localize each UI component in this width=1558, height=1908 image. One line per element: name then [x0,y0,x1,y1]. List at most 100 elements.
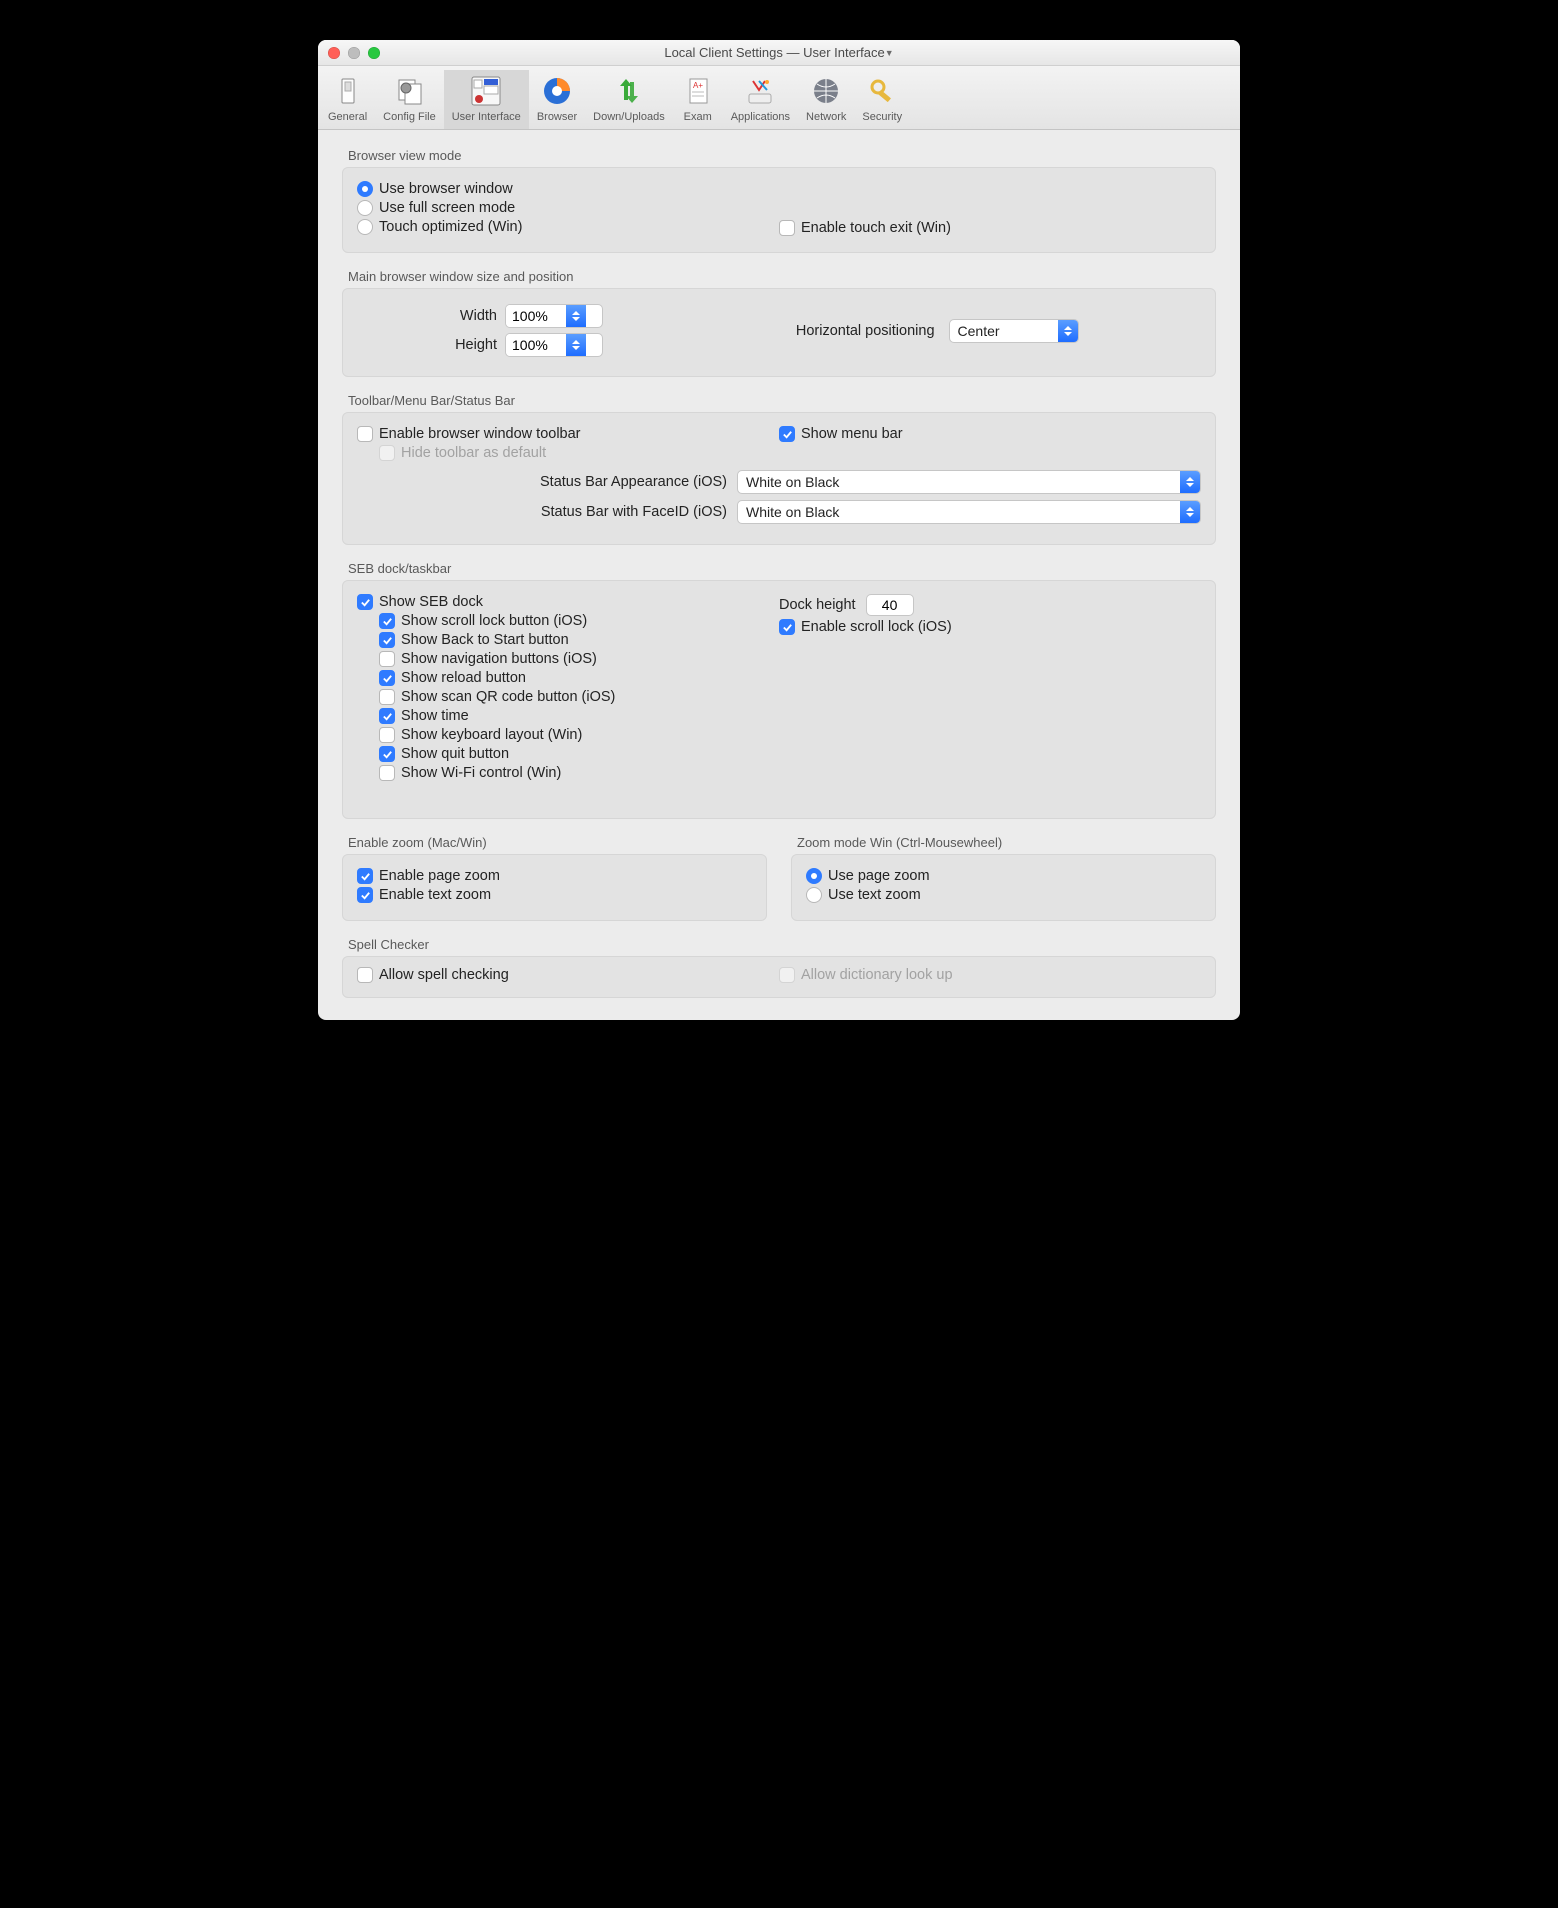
tab-down-uploads[interactable]: Down/Uploads [585,70,673,129]
dock-height-label: Dock height [779,597,856,613]
group-enable-zoom: Enable page zoom Enable text zoom [342,854,767,921]
settings-window: Local Client Settings — User Interface▼ … [318,40,1240,1020]
combo-width[interactable] [505,304,603,328]
section-label-enable-zoom: Enable zoom (Mac/Win) [348,835,767,850]
check-enable-page-zoom[interactable] [357,868,373,884]
combo-height[interactable] [505,333,603,357]
stepper-icon[interactable] [566,334,586,356]
check-show-menu[interactable] [779,426,795,442]
tab-network[interactable]: Network [798,70,854,129]
radio-touch-optimized[interactable] [357,219,373,235]
radio-label: Use full screen mode [379,200,515,216]
updown-icon [612,74,646,108]
tab-security[interactable]: Security [854,70,910,129]
dock-height-input[interactable] [866,594,914,616]
check-label: Show time [401,708,469,724]
check-show-time[interactable] [379,708,395,724]
stepper-icon[interactable] [566,305,586,327]
hpos-label: Horizontal positioning [796,323,935,339]
check-show-wifi[interactable] [379,765,395,781]
check-enable-touch-exit[interactable] [779,220,795,236]
close-icon[interactable] [328,47,340,59]
popup-status-ios[interactable]: White on Black [737,470,1201,494]
width-input[interactable] [506,305,566,327]
check-label: Enable text zoom [379,887,491,903]
tab-label: Down/Uploads [593,111,665,123]
tab-label: Network [806,111,846,123]
tab-label: Exam [684,111,712,123]
check-show-reload[interactable] [379,670,395,686]
tab-label: User Interface [452,111,521,123]
check-show-scroll-lock[interactable] [379,613,395,629]
window-title: Local Client Settings — User Interface▼ [318,45,1240,60]
popup-value: White on Black [738,504,1180,520]
browser-icon [540,74,574,108]
popup-value: White on Black [738,474,1180,490]
section-label-spell: Spell Checker [348,937,1216,952]
popup-hpos[interactable]: Center [949,319,1079,343]
popup-status-faceid[interactable]: White on Black [737,500,1201,524]
section-label-main-window: Main browser window size and position [348,269,1216,284]
check-label: Enable page zoom [379,868,500,884]
svg-text:A+: A+ [693,81,703,90]
radio-use-browser-window[interactable] [357,181,373,197]
check-label: Show reload button [401,670,526,686]
tab-exam[interactable]: A+ Exam [673,70,723,129]
check-allow-dict [779,967,795,983]
radio-label: Use page zoom [828,868,930,884]
tab-browser[interactable]: Browser [529,70,585,129]
height-label: Height [357,337,497,353]
tab-label: Browser [537,111,577,123]
check-label: Allow dictionary look up [801,967,953,983]
radio-use-page-zoom[interactable] [806,868,822,884]
check-enable-text-zoom[interactable] [357,887,373,903]
radio-use-text-zoom[interactable] [806,887,822,903]
group-spell: Allow spell checking Allow dictionary lo… [342,956,1216,998]
group-bars: Enable browser window toolbar Hide toolb… [342,412,1216,545]
radio-label: Use text zoom [828,887,921,903]
titlebar: Local Client Settings — User Interface▼ [318,40,1240,66]
chevron-updown-icon [1180,471,1200,493]
general-icon [331,74,365,108]
check-show-nav[interactable] [379,651,395,667]
tab-applications[interactable]: Applications [723,70,798,129]
tab-label: Applications [731,111,790,123]
radio-use-full-screen[interactable] [357,200,373,216]
section-label-browser-view: Browser view mode [348,148,1216,163]
check-show-back[interactable] [379,632,395,648]
check-label: Show Back to Start button [401,632,569,648]
check-show-kbd[interactable] [379,727,395,743]
status-faceid-label: Status Bar with FaceID (iOS) [357,504,727,520]
height-input[interactable] [506,334,566,356]
chevron-updown-icon [1180,501,1200,523]
security-icon [865,74,899,108]
exam-icon: A+ [681,74,715,108]
check-label: Enable browser window toolbar [379,426,581,442]
tab-config-file[interactable]: Config File [375,70,444,129]
check-show-dock[interactable] [357,594,373,610]
ui-icon [469,74,503,108]
check-show-qr[interactable] [379,689,395,705]
check-label: Show Wi-Fi control (Win) [401,765,561,781]
check-hide-toolbar-default [379,445,395,461]
check-label: Show quit button [401,746,509,762]
section-label-bars: Toolbar/Menu Bar/Status Bar [348,393,1216,408]
status-ios-label: Status Bar Appearance (iOS) [357,474,727,490]
minimize-icon[interactable] [348,47,360,59]
check-label: Show SEB dock [379,594,483,610]
check-show-quit[interactable] [379,746,395,762]
tab-user-interface[interactable]: User Interface [444,70,529,129]
check-label: Show scroll lock button (iOS) [401,613,587,629]
check-label: Allow spell checking [379,967,509,983]
toolbar: General Config File User Interface Brows… [318,66,1240,130]
check-allow-spell[interactable] [357,967,373,983]
check-label: Show keyboard layout (Win) [401,727,582,743]
section-label-zoom-mode: Zoom mode Win (Ctrl-Mousewheel) [797,835,1216,850]
zoom-icon[interactable] [368,47,380,59]
tab-general[interactable]: General [320,70,375,129]
check-enable-toolbar[interactable] [357,426,373,442]
width-label: Width [357,308,497,324]
config-file-icon [392,74,426,108]
check-enable-scroll-lock[interactable] [779,619,795,635]
tab-label: General [328,111,367,123]
